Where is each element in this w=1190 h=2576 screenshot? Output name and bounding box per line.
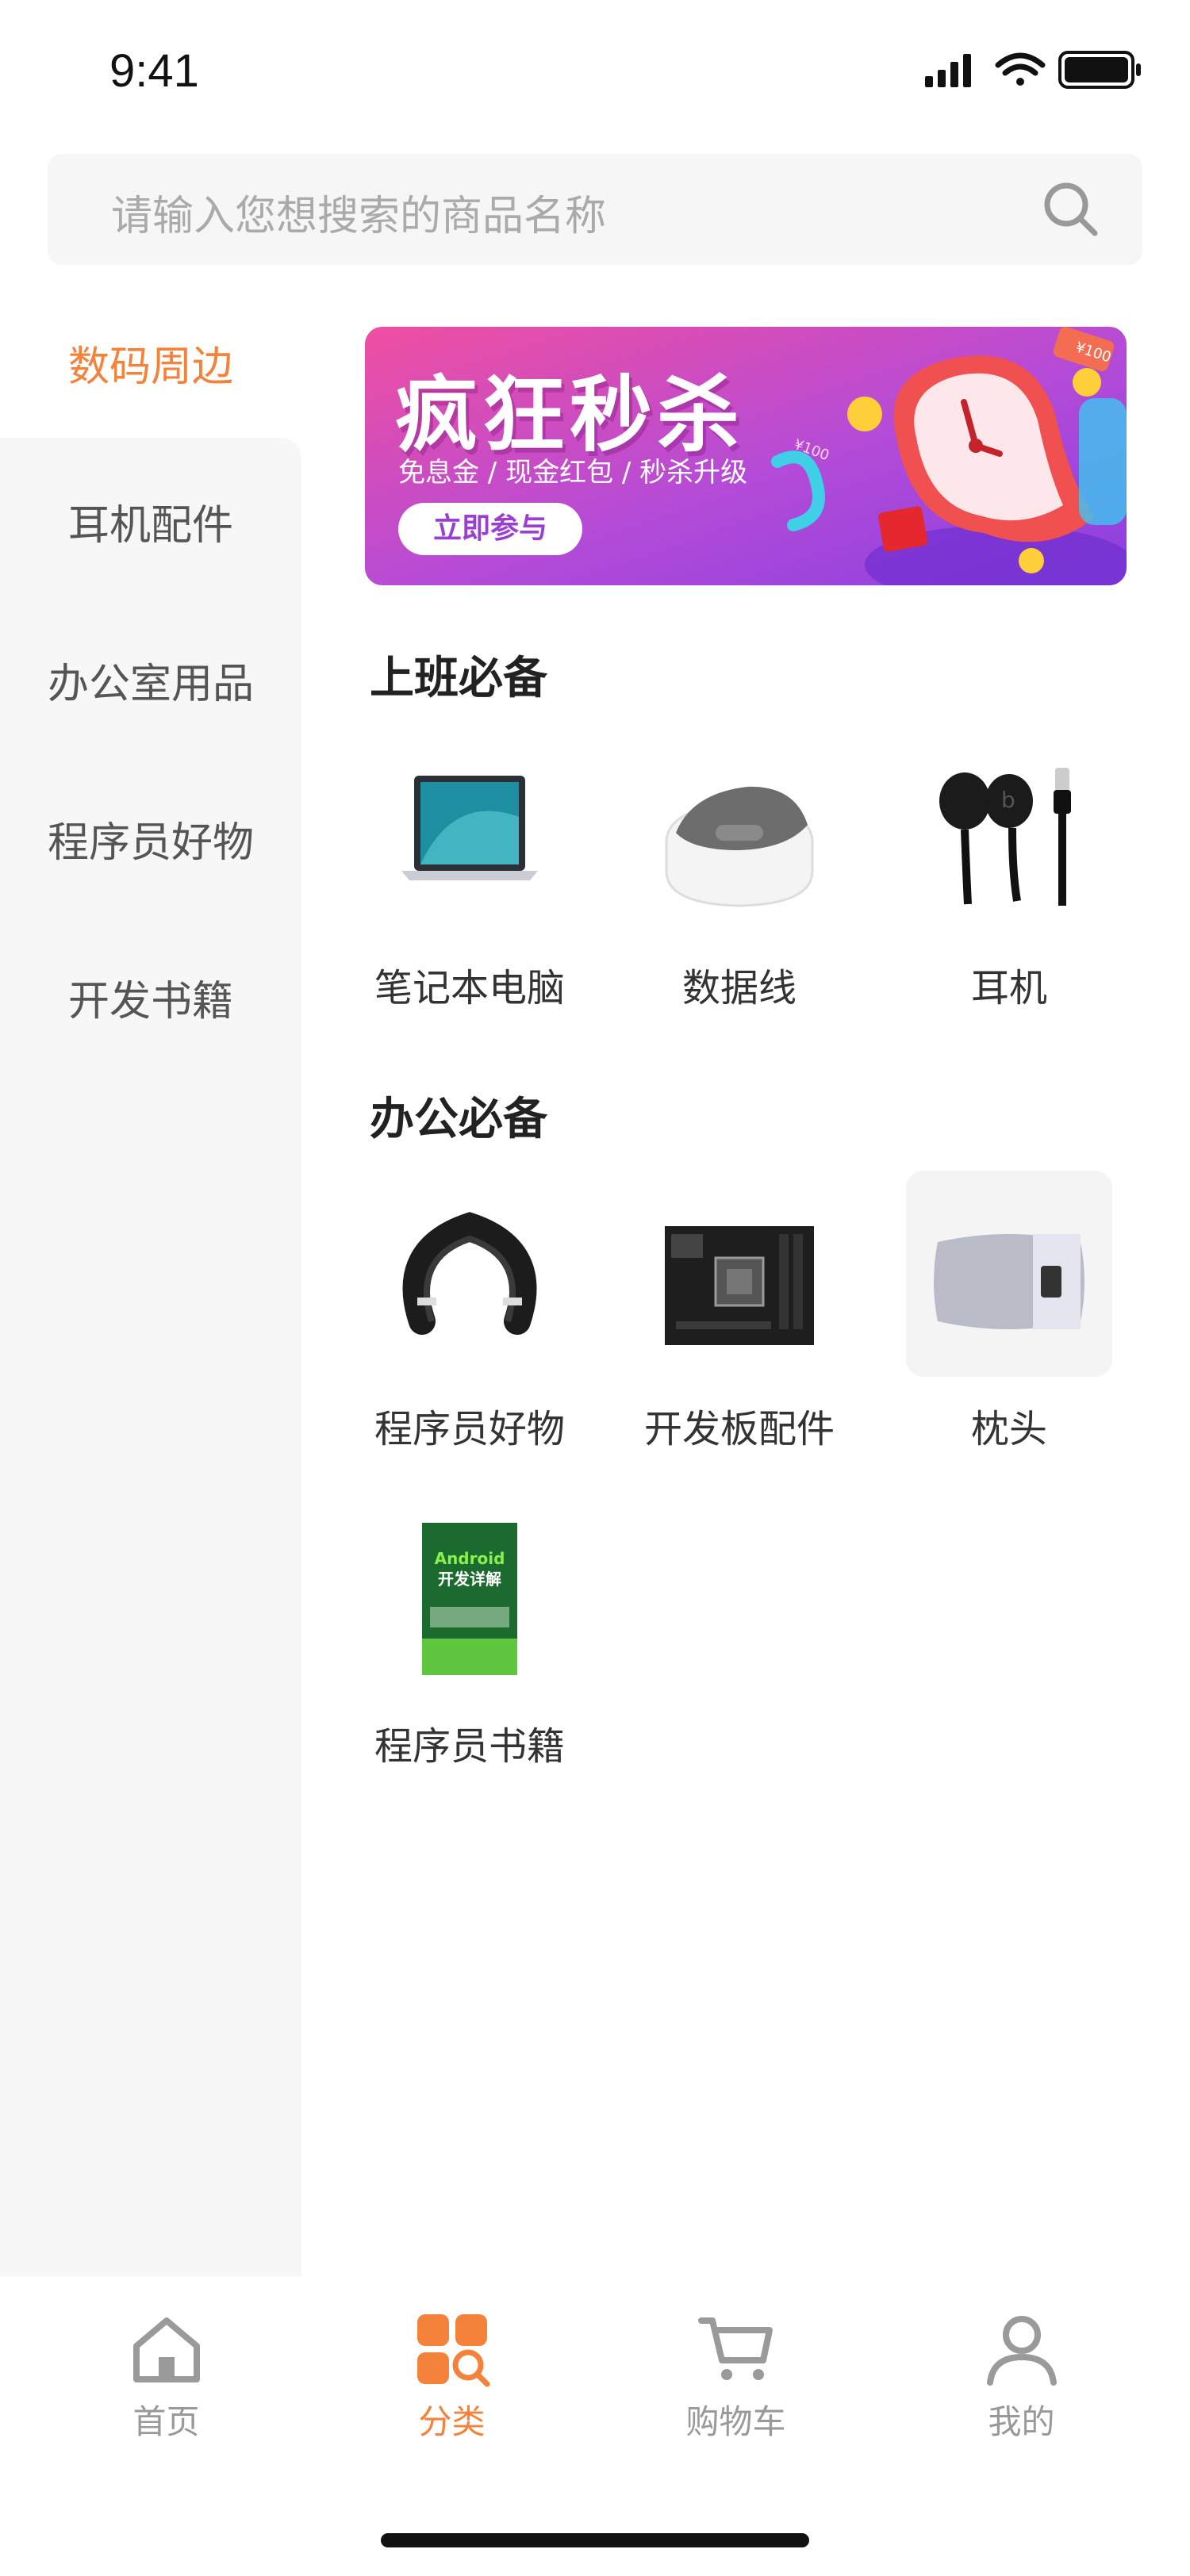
banner-subtitle: 免息金 / 现金红包 / 秒杀升级 — [398, 457, 748, 489]
search-icon[interactable] — [1039, 178, 1103, 241]
motherboard-icon — [665, 1226, 814, 1345]
status-time: 9:41 — [109, 45, 199, 97]
home-icon — [133, 2317, 200, 2382]
status-icons — [925, 51, 1141, 89]
sidebar — [0, 438, 301, 2276]
tab-bar: 首页 分类 购物车 我的 — [0, 2276, 1190, 2576]
tab-label: 我的 — [988, 2402, 1055, 2441]
banner-title: 疯狂秒杀 — [395, 366, 745, 463]
tab-label: 分类 — [418, 2402, 486, 2441]
product-label: 数据线 — [681, 966, 797, 1010]
sidebar-item-programmer[interactable]: 程序员好物 — [0, 809, 301, 868]
sidebar-item-office[interactable]: 办公室用品 — [0, 650, 301, 710]
clock-illustration-icon: ¥100 ¥100 — [771, 327, 1127, 585]
tab-profile[interactable]: 我的 — [873, 2276, 1170, 2451]
laptop-icon — [401, 776, 538, 880]
search-input[interactable]: 请输入您想搜索的商品名称 — [111, 182, 606, 242]
wifi-icon — [995, 52, 1046, 86]
signal-icon — [925, 54, 971, 87]
product-label: 程序员好物 — [374, 1407, 565, 1451]
book-icon: Android 开发详解 — [422, 1523, 517, 1675]
tab-label: 首页 — [132, 2402, 200, 2441]
product-label: 程序员书籍 — [374, 1724, 565, 1769]
battery-icon — [1058, 51, 1141, 89]
pillow-icon — [934, 1234, 1084, 1329]
category-icon — [417, 2314, 490, 2387]
category-page: 9:41 请输入您想搜索的商品名称 数码周边 耳机配件 办公室用品 程序员好物 — [0, 0, 1190, 2576]
product-label: 开发板配件 — [643, 1407, 835, 1451]
svg-text:b: b — [1001, 787, 1015, 813]
product-label: 笔记本电脑 — [374, 966, 565, 1010]
sidebar-item-books[interactable]: 开发书籍 — [0, 968, 301, 1027]
product-label: 枕头 — [970, 1407, 1047, 1451]
join-button[interactable]: 立即参与 — [398, 503, 582, 555]
book-title: Android — [435, 1549, 505, 1568]
user-icon — [987, 2316, 1057, 2386]
tab-home[interactable]: 首页 — [17, 2276, 315, 2451]
section-title-work: 上班必备 — [370, 653, 547, 704]
tab-label: 购物车 — [685, 2402, 786, 2441]
promo-banner[interactable]: 疯狂秒杀 免息金 / 现金红包 / 秒杀升级 立即参与 ¥100 ¥100 — [365, 327, 1127, 585]
sidebar-item-earphones[interactable]: 耳机配件 — [0, 492, 301, 551]
earphones-icon: b — [939, 768, 1071, 906]
book-subtitle: 开发详解 — [438, 1570, 501, 1589]
search-bar[interactable]: 请输入您想搜索的商品名称 — [48, 154, 1142, 265]
product-label: 耳机 — [970, 966, 1047, 1010]
section-title-office: 办公必备 — [370, 1094, 547, 1145]
home-indicator[interactable] — [381, 2533, 809, 2547]
neck-massager-icon — [402, 1212, 537, 1335]
tab-cart[interactable]: 购物车 — [587, 2276, 885, 2451]
sidebar-item-digital[interactable]: 数码周边 — [0, 333, 301, 393]
cable-case-icon — [665, 786, 814, 907]
tab-category[interactable]: 分类 — [303, 2276, 601, 2451]
cart-icon — [698, 2317, 773, 2380]
